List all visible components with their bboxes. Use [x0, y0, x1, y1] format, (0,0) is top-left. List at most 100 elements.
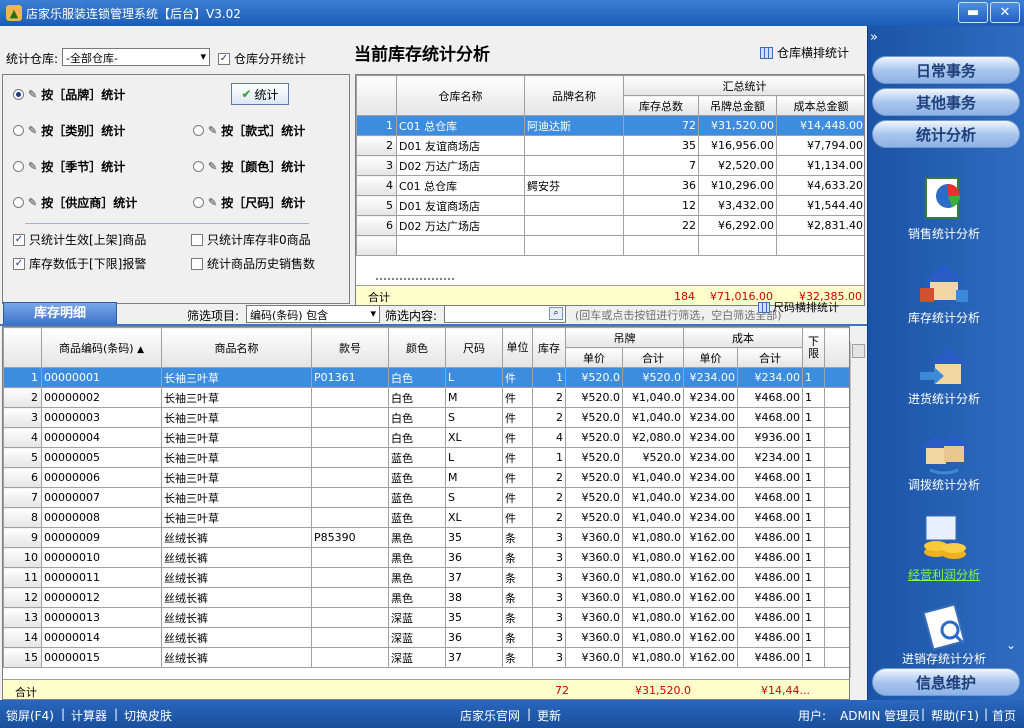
pin-icon: ✎: [208, 160, 218, 173]
table-row[interactable]: 2 00000002 长袖三叶草 白色 M 件 2 ¥520.0 ¥1,040.0 ¥234.00…: [3, 387, 849, 408]
col-name[interactable]: 商品名称: [161, 327, 312, 368]
detail-grid: 商品编码(条码) ▲ 商品名称 款号 颜色 尺码 单位 库存 吊牌 成本 下限 …: [2, 326, 850, 700]
table-row[interactable]: 4 00000004 长袖三叶草 白色 XL 件 4 ¥520.0 ¥2,080.0 ¥234.0…: [3, 427, 849, 448]
only-active-checkbox[interactable]: ✓ 只统计生效[上架]商品: [13, 231, 146, 248]
profit-coins-icon[interactable]: [916, 512, 972, 564]
transfer-house-icon[interactable]: [916, 426, 972, 478]
table-row[interactable]: 15 00000015 丝绒长裤 深蓝 37 条 3 ¥360.0 ¥1,080.0 ¥162.0…: [3, 647, 849, 668]
warehouse-select[interactable]: -全部仓库- ▾: [62, 48, 210, 66]
summary-row[interactable]: 4 C01 总仓库 鳄安芬 36 ¥10,296.00 ¥4,633.20: [356, 175, 864, 196]
col-code[interactable]: 商品编码(条码) ▲: [41, 327, 162, 368]
stat-button[interactable]: ✔ 统计: [231, 83, 289, 105]
col-cost-price[interactable]: 单价: [683, 347, 738, 368]
purchase-house-icon[interactable]: [916, 342, 972, 394]
col-lower-limit[interactable]: 下限: [802, 327, 825, 368]
sort-asc-icon: ▲: [137, 344, 144, 355]
col-size[interactable]: 尺码: [445, 327, 503, 368]
sidebar-item-sales[interactable]: 销售统计分析: [868, 225, 1020, 242]
sidebar-daily-button[interactable]: 日常事务: [872, 56, 1020, 84]
radio-by-brand[interactable]: ✎ 按［品牌］统计: [13, 86, 125, 103]
filter-hint: (回车或点击按钮进行筛选，空白筛选全部): [575, 309, 782, 322]
stock-flow-icon[interactable]: [916, 602, 972, 654]
col-color[interactable]: 颜色: [388, 327, 446, 368]
col-tag-price[interactable]: 单价: [565, 347, 623, 368]
expand-icon[interactable]: »: [870, 30, 878, 45]
user-label: 用户:: [798, 709, 827, 723]
table-row[interactable]: 8 00000008 长袖三叶草 蓝色 XL 件 2 ¥520.0 ¥1,040.0 ¥234.0…: [3, 507, 849, 528]
sidebar-info-button[interactable]: 信息维护: [872, 668, 1020, 696]
col-cost-amount[interactable]: 成本总金额: [775, 95, 864, 116]
summary-row[interactable]: 3 D02 万达广场店 7 ¥2,520.00 ¥1,134.00: [356, 155, 864, 176]
table-row[interactable]: 6 00000006 长袖三叶草 蓝色 M 件 2 ¥520.0 ¥1,040.0 ¥234.00…: [3, 467, 849, 488]
radio-by-color[interactable]: ✎ 按［颜色］统计: [193, 158, 305, 175]
col-tag-amount[interactable]: 吊牌总金额: [698, 95, 777, 116]
table-row[interactable]: 12 00000012 丝绒长裤 黑色 38 条 3 ¥360.0 ¥1,080.0 ¥162.0…: [3, 587, 849, 608]
col-brand[interactable]: 品牌名称: [524, 75, 624, 116]
filter-content-input[interactable]: ⌕: [444, 305, 566, 323]
switch-skin-link[interactable]: 切换皮肤: [124, 707, 172, 724]
update-link[interactable]: 更新: [537, 707, 561, 724]
col-tag-sum[interactable]: 合计: [622, 347, 684, 368]
more-down-icon[interactable]: ⌄: [1006, 638, 1016, 652]
official-site-link[interactable]: 店家乐官网: [460, 707, 520, 724]
sidebar-other-button[interactable]: 其他事务: [872, 88, 1020, 116]
table-row[interactable]: 1 00000001 长袖三叶草 P01361 白色 L 件 1 ¥520.0 ¥520.0 ¥23…: [3, 367, 849, 388]
warehouse-horizontal-button[interactable]: 仓库横排统计: [760, 44, 849, 61]
radio-by-category[interactable]: ✎ 按［类别］统计: [13, 122, 125, 139]
table-row[interactable]: 3 00000003 长袖三叶草 白色 S 件 2 ¥520.0 ¥1,040.0 ¥234.00…: [3, 407, 849, 428]
radio-by-style[interactable]: ✎ 按［款式］统计: [193, 122, 305, 139]
col-style[interactable]: 款号: [311, 327, 389, 368]
lock-screen-link[interactable]: 锁屏(F4): [6, 707, 54, 724]
minimize-button[interactable]: ▬: [958, 2, 988, 23]
col-warehouse[interactable]: 仓库名称: [396, 75, 525, 116]
detail-scrollbar[interactable]: [850, 342, 866, 678]
pin-icon: ✎: [28, 160, 38, 173]
summary-row[interactable]: 5 D01 友谊商场店 12 ¥3,432.00 ¥1,544.40: [356, 195, 864, 216]
radio-by-season[interactable]: ✎ 按［季节］统计: [13, 158, 125, 175]
close-button[interactable]: ✕: [990, 2, 1020, 23]
below-limit-checkbox[interactable]: ✓ 库存数低于[下限]报警: [13, 255, 146, 272]
table-row[interactable]: 7 00000007 长袖三叶草 蓝色 S 件 2 ¥520.0 ¥1,040.0 ¥234.00…: [3, 487, 849, 508]
only-nonzero-checkbox[interactable]: 只统计库存非0商品: [191, 231, 311, 248]
inventory-house-icon[interactable]: [916, 258, 972, 310]
history-sales-checkbox[interactable]: 统计商品历史销售数: [191, 255, 315, 272]
radio-by-size[interactable]: ✎ 按［尺码］统计: [193, 194, 305, 211]
sidebar-item-profit[interactable]: 经营利润分析: [868, 566, 1020, 583]
col-cost-sum[interactable]: 合计: [737, 347, 803, 368]
table-row[interactable]: 5 00000005 长袖三叶草 蓝色 L 件 1 ¥520.0 ¥520.0 ¥234.00 ¥2…: [3, 447, 849, 468]
table-row[interactable]: 14 00000014 丝绒长裤 深蓝 36 条 3 ¥360.0 ¥1,080.0 ¥162.0…: [3, 627, 849, 648]
calculator-link[interactable]: 计算器: [71, 707, 107, 724]
table-row[interactable]: 10 00000010 丝绒长裤 黑色 36 条 3 ¥360.0 ¥1,080.0 ¥162.0…: [3, 547, 849, 568]
tab-stock-detail[interactable]: 库存明细: [3, 302, 117, 324]
sidebar-item-stock-flow[interactable]: 进销存统计分析: [868, 650, 1020, 667]
splitter-handle[interactable]: [376, 278, 454, 284]
filter-content-label: 筛选内容:: [385, 309, 438, 323]
help-link[interactable]: 帮助(F1): [931, 707, 979, 724]
sidebar-item-purchase[interactable]: 进货统计分析: [868, 390, 1020, 407]
summary-row[interactable]: 1 C01 总仓库 阿迪达斯 72 ¥31,520.00 ¥14,448.00: [356, 115, 864, 136]
table-row[interactable]: 13 00000013 丝绒长裤 深蓝 35 条 3 ¥360.0 ¥1,080.0 ¥162.0…: [3, 607, 849, 628]
table-row[interactable]: 9 00000009 丝绒长裤 P85390 黑色 35 条 3 ¥360.0 ¥1,080.0 ¥…: [3, 527, 849, 548]
col-stock[interactable]: 库存: [532, 327, 566, 368]
col-unit[interactable]: 单位: [502, 327, 533, 368]
page-title: 当前库存统计分析: [354, 45, 490, 65]
sidebar: » 日常事务 其他事务 统计分析 销售统计分析 库存统计分析 进货统计分析 调拨…: [867, 26, 1024, 700]
filter-go-icon[interactable]: ⌕: [549, 307, 563, 320]
stat-options-panel: ✎ 按［品牌］统计 ✔ 统计 ✎ 按［类别］统计 ✎ 按［款式］统计 ✎ 按［季节］统计 …: [2, 74, 350, 304]
col-qty[interactable]: 库存总数: [623, 95, 699, 116]
split-warehouse-checkbox[interactable]: ✓ 仓库分开统计: [218, 50, 306, 67]
sidebar-item-transfer[interactable]: 调拨统计分析: [868, 476, 1020, 493]
col-group-cost: 成本: [683, 327, 803, 348]
divider: [25, 223, 309, 224]
home-link[interactable]: 首页: [992, 707, 1016, 724]
size-horizontal-button[interactable]: 尺码横排统计: [758, 299, 839, 315]
filter-item-select[interactable]: 编码(条码) 包含 ▾: [246, 305, 380, 323]
sales-chart-icon[interactable]: [916, 174, 972, 226]
scroll-thumb[interactable]: [852, 344, 865, 358]
summary-row[interactable]: 2 D01 友谊商场店 35 ¥16,956.00 ¥7,794.00: [356, 135, 864, 156]
sidebar-item-inventory[interactable]: 库存统计分析: [868, 309, 1020, 326]
radio-by-supplier[interactable]: ✎ 按［供应商］统计: [13, 194, 137, 211]
summary-row[interactable]: 6 D02 万达广场店 22 ¥6,292.00 ¥2,831.40: [356, 215, 864, 236]
table-row[interactable]: 11 00000011 丝绒长裤 黑色 37 条 3 ¥360.0 ¥1,080.0 ¥162.0…: [3, 567, 849, 588]
sidebar-analysis-button[interactable]: 统计分析: [872, 120, 1020, 148]
